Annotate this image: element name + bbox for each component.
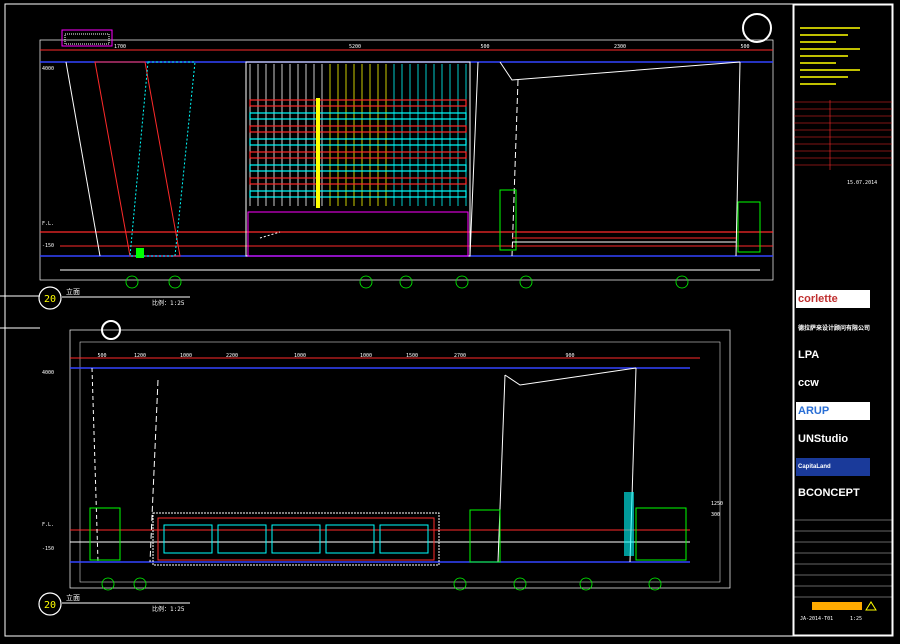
grid-bubble: [675, 275, 689, 289]
grid-bubble: [359, 275, 373, 289]
level-labels-top: 4000 F.L. -150: [42, 66, 54, 249]
elevation-title: 立面: [66, 287, 80, 296]
slant-b3: [497, 374, 506, 563]
grid-bubbles-top: [125, 275, 689, 289]
storefront-columns: [249, 64, 467, 206]
elevation-top-frame: [39, 39, 774, 281]
elevation-tag-top: 20 立面 比例：1:25: [38, 286, 190, 310]
level-labels-bottom: 4000 F.L. -150: [42, 370, 54, 552]
counter-panel: [379, 524, 429, 554]
consultant-logo--: 德拉萨来设计顾问有限公司: [796, 318, 870, 336]
dimension-label: 500: [480, 44, 489, 50]
consultant-logo-capitaland: CapitaLand: [796, 458, 870, 476]
elevation-number: 20: [44, 294, 56, 305]
consultant-logo-lpa: LPA: [796, 346, 870, 364]
counter-outline: [152, 512, 440, 566]
dimension-label: 1200: [134, 353, 146, 359]
left-frame-b: [89, 507, 121, 561]
storefront-divider: [316, 98, 320, 208]
slant-b1: [91, 367, 99, 563]
hatch-mark: [259, 231, 281, 239]
dimension-label: 500: [740, 44, 749, 50]
counter-panels: [163, 524, 429, 554]
level-label: -150: [42, 243, 54, 249]
counter-panel: [163, 524, 213, 554]
dimension-label: 1000: [360, 353, 372, 359]
consultant-logo-arup: ARUP: [796, 402, 870, 420]
elevation-title-bottom: 立面: [66, 593, 80, 602]
dimension-label: 1700: [114, 44, 126, 50]
counter-panel: [325, 524, 375, 554]
right-slant-b: [511, 79, 519, 257]
level-label: F.L.: [42, 221, 54, 227]
right-frame-b: [635, 507, 687, 561]
counter-panel: [271, 524, 321, 554]
grid-bubble: [168, 275, 182, 289]
slant-b2: [149, 379, 159, 563]
right-column-b: [624, 492, 634, 556]
consultant-logo-bconcept: BCONCEPT: [796, 484, 870, 502]
dimension-label: 2200: [226, 353, 238, 359]
right-dim-2: 300: [711, 512, 720, 518]
dimension-label: 2300: [614, 44, 626, 50]
elevation-number-bottom: 20: [44, 600, 56, 611]
elevation-tag-bottom: 20 立面 比例：1:25: [38, 592, 190, 616]
level-label: 4000: [42, 370, 54, 376]
slanted-panel-left: [94, 61, 181, 257]
counter-inner: [157, 517, 435, 561]
grid-bubble: [455, 275, 469, 289]
elevation-scale-bottom: 比例：1:25: [152, 605, 185, 613]
dimension-label: 1000: [294, 353, 306, 359]
right-dim-1: 1250: [711, 501, 723, 507]
consultant-logo-ccw: ccw: [796, 374, 870, 392]
title-block-date: 15.07.2014: [847, 180, 877, 186]
title-block-bottom-rows: [794, 519, 892, 598]
section-cut-marker: [136, 248, 144, 258]
level-label: F.L.: [42, 522, 54, 528]
grid-bubble: [125, 275, 139, 289]
consultant-logo-unstudio: UNStudio: [796, 430, 870, 448]
title-block-status-bar: [812, 602, 862, 610]
consultant-logo-corlette: corlette: [796, 290, 870, 308]
right-end-frame: [737, 201, 761, 253]
mid-frame-b: [469, 509, 501, 563]
dimension-label: 2700: [454, 353, 466, 359]
section-marker-top: [742, 13, 772, 43]
dimension-label: 900: [565, 353, 574, 359]
grid-bubble: [399, 275, 413, 289]
elevation-scale: 比例：1:25: [152, 299, 185, 307]
storefront-base: [247, 211, 469, 257]
cad-drawing-canvas: 1700 5200 500 2300 500 4000 F.L. -150 20 立面 比例…: [0, 0, 900, 640]
sheet-border: [4, 3, 894, 637]
title-block-drawing-no: JA-2014-T01: [800, 616, 833, 622]
dimension-labels-top: 1700 5200 500 2300 500: [114, 44, 750, 50]
title-block-scale: 1:25: [850, 616, 862, 622]
top-detail-hatch: [64, 33, 110, 45]
dimension-label: 1500: [406, 353, 418, 359]
roof-b: [504, 367, 637, 386]
elevation-top: 1700 5200 500 2300 500 4000 F.L. -150: [39, 13, 774, 289]
title-block-revision-rows: [794, 100, 892, 170]
slanted-line: [65, 61, 101, 257]
elevation-bottom: 500 1200 1000 2200 1000 1000 1500 2700 900 4000 F…: [42, 320, 731, 591]
dimension-label: 1000: [180, 353, 192, 359]
right-roof: [499, 61, 741, 81]
dimension-label: 500: [97, 353, 106, 359]
counter-panel: [217, 524, 267, 554]
storefront-outline: [245, 61, 471, 257]
warning-icon: [865, 601, 877, 611]
right-slant-a: [469, 61, 479, 257]
dimension-label: 5200: [349, 44, 361, 50]
cad-drawing-svg: 1700 5200 500 2300 500 4000 F.L. -150 20 立面 比例…: [0, 3, 894, 637]
level-label: 4000: [42, 66, 54, 72]
grid-bubble: [519, 275, 533, 289]
title-block-notes: [800, 27, 860, 85]
level-label: -150: [42, 546, 54, 552]
